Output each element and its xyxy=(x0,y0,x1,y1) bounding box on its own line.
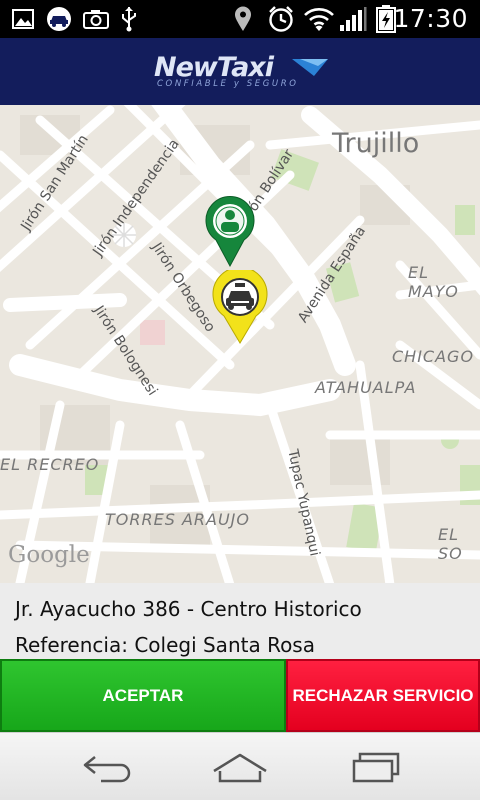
gallery-icon xyxy=(10,6,36,32)
street-label: TORRES ARAUJO xyxy=(105,510,250,529)
status-bar: 17:30 xyxy=(0,0,480,38)
navigation-bar xyxy=(0,732,480,800)
status-time: 17:30 xyxy=(393,4,468,33)
usb-icon xyxy=(118,6,140,32)
logo-arrow-icon xyxy=(292,59,328,76)
street-label: ATAHUALPA xyxy=(315,378,417,397)
taxi-marker[interactable] xyxy=(210,270,270,345)
brand-logo: NewTaxi CONFIABLE y SEGURO xyxy=(154,52,330,94)
signal-icon xyxy=(338,6,368,32)
person-marker-icon xyxy=(205,196,255,268)
street-label: CHICAGO xyxy=(392,347,475,366)
taxi-notification-icon xyxy=(44,6,74,32)
accept-button[interactable]: ACEPTAR xyxy=(0,659,286,732)
home-icon xyxy=(213,753,267,783)
city-label: Trujillo xyxy=(332,128,420,159)
taxi-marker-icon xyxy=(212,270,268,344)
camera-icon xyxy=(82,6,110,32)
wifi-icon xyxy=(302,6,336,32)
location-icon xyxy=(232,6,254,32)
back-button[interactable] xyxy=(68,747,148,789)
street-label: EL SO xyxy=(438,525,463,563)
street-label: EL RECREO xyxy=(0,455,100,474)
logo-tagline: CONFIABLE y SEGURO xyxy=(157,79,299,89)
reject-service-button[interactable]: RECHAZAR SERVICIO xyxy=(286,659,480,732)
recent-apps-icon xyxy=(352,752,400,783)
map-attribution: Google xyxy=(8,542,90,568)
passenger-marker[interactable] xyxy=(205,196,255,268)
app-header: NewTaxi CONFIABLE y SEGURO xyxy=(0,38,480,105)
map-view[interactable]: Trujillo Jirón San Martín Jirón Independ… xyxy=(0,105,480,583)
street-label: EL MAYO xyxy=(408,263,459,301)
pickup-address: Jr. Ayacucho 386 - Centro Historico xyxy=(15,597,362,621)
alarm-icon xyxy=(266,6,296,32)
recent-apps-button[interactable] xyxy=(336,747,416,789)
request-info-panel: Jr. Ayacucho 386 - Centro Historico Refe… xyxy=(0,583,480,659)
pickup-reference: Referencia: Colegi Santa Rosa xyxy=(15,633,315,657)
home-button[interactable] xyxy=(200,747,280,789)
back-icon xyxy=(83,756,131,783)
